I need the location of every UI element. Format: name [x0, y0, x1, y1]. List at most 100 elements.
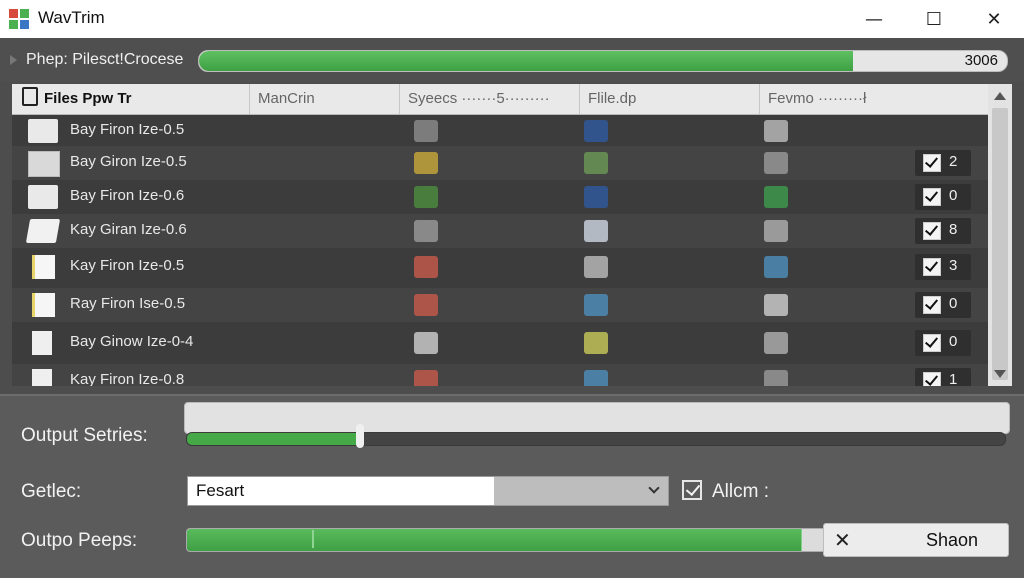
table-row[interactable]: Kay Giran Ize-0.6 8 [12, 214, 988, 248]
row-checkbox[interactable]: 0 [915, 184, 971, 210]
open-folder-icon [25, 219, 61, 243]
row-count: 0 [949, 295, 958, 312]
scroll-up-icon[interactable] [994, 92, 1006, 100]
table-header: Files Ppw Tr ManCrin Syeecs ·······5····… [12, 84, 988, 115]
format-icon [764, 120, 788, 142]
format-icon [764, 256, 788, 278]
minimize-button[interactable]: — [844, 0, 904, 38]
row-checkbox[interactable]: 8 [915, 218, 971, 244]
getlec-select-value: Fesart [188, 477, 494, 505]
checkmark-icon[interactable] [923, 334, 941, 352]
allcm-checkbox[interactable] [682, 480, 702, 500]
top-progress-fill [199, 51, 854, 71]
maximize-icon: ☐ [925, 8, 943, 30]
table-row[interactable]: Kay Firon Ize-0.8 1 [12, 364, 988, 386]
thumbnail-icon [414, 152, 438, 174]
table-row[interactable]: Bay Ginow Ize-0-4 0 [12, 326, 988, 360]
output-peeps-progress [186, 528, 828, 552]
column-header-flile[interactable]: Flile.dp [580, 84, 760, 114]
row-file-name: Bay Giron Ize-0.5 [70, 153, 187, 170]
close-button[interactable]: ✕ [964, 0, 1024, 38]
row-file-name: Bay Firon Ize-0.6 [70, 187, 185, 204]
app-window: WavTrim — ☐ ✕ Phep: Pilesct!Crocese 3006… [0, 0, 1024, 578]
row-file-name: Ray Firon Ise-0.5 [70, 295, 186, 312]
row-count: 0 [949, 187, 958, 204]
thumbnail-icon [414, 220, 438, 242]
format-icon [764, 294, 788, 316]
top-progress-bar [198, 50, 1008, 72]
checkmark-icon[interactable] [923, 372, 941, 386]
row-count: 8 [949, 221, 958, 238]
row-file-name: Kay Giran Ize-0.6 [70, 221, 187, 238]
allcm-label: Allcm : [712, 481, 769, 502]
column-header-mancrin[interactable]: ManCrin [250, 84, 400, 114]
document-icon [32, 369, 52, 386]
output-series-field[interactable] [184, 402, 1010, 434]
column-header-fevmo[interactable]: Fevmo ·········ł [760, 84, 988, 114]
scrollbar-thumb[interactable] [992, 108, 1008, 380]
file-type-icon [584, 370, 608, 386]
checkmark-icon[interactable] [923, 222, 941, 240]
window-title: WavTrim [38, 8, 105, 27]
file-type-icon [584, 294, 608, 316]
row-checkbox[interactable]: 2 [915, 150, 971, 176]
shaon-button[interactable]: ✕ Shaon [823, 523, 1009, 557]
document-icon [22, 87, 38, 106]
row-count: 2 [949, 153, 958, 170]
file-table: Files Ppw Tr ManCrin Syeecs ·······5····… [12, 84, 988, 386]
row-checkbox[interactable]: 0 [915, 330, 971, 356]
output-series-slider-thumb[interactable] [356, 424, 364, 448]
checkmark-icon[interactable] [923, 154, 941, 172]
row-count: 3 [949, 257, 958, 274]
table-row[interactable]: Bay Firon Ize-0.6 0 [12, 180, 988, 214]
top-progress-label: Phep: Pilesct!Crocese [26, 51, 184, 68]
scroll-down-icon[interactable] [994, 370, 1006, 378]
document-icon [32, 331, 52, 355]
checkmark-icon[interactable] [923, 296, 941, 314]
row-file-name: Bay Firon Ize-0.5 [70, 121, 185, 138]
getlec-select[interactable]: Fesart [187, 476, 669, 506]
row-file-name: Kay Firon Ize-0.5 [70, 257, 185, 274]
table-row[interactable]: Kay Firon Ize-0.5 3 [12, 250, 988, 284]
list-file-icon [28, 151, 60, 177]
expand-arrow-icon[interactable] [10, 55, 17, 65]
thumbnail-icon [414, 332, 438, 354]
shaon-button-label: Shaon [926, 530, 979, 550]
maximize-button[interactable]: ☐ [904, 0, 964, 38]
close-x-icon: ✕ [834, 528, 851, 552]
output-series-slider[interactable] [186, 432, 1006, 446]
thumbnail-icon [414, 294, 438, 316]
thumbnail-icon [414, 370, 438, 386]
row-checkbox[interactable]: 1 [915, 368, 971, 386]
top-progress-value: 3006 [964, 52, 998, 69]
row-checkbox[interactable]: 3 [915, 254, 971, 280]
thumbnail-icon [414, 256, 438, 278]
format-icon [764, 220, 788, 242]
checkmark-icon[interactable] [923, 258, 941, 276]
text-file-icon [32, 255, 55, 279]
minimize-icon: — [865, 8, 883, 30]
table-row[interactable]: Bay Firon Ize-0.5 [12, 114, 988, 148]
checkmark-icon[interactable] [923, 188, 941, 206]
folder-icon [28, 185, 58, 209]
app-grid-icon [9, 9, 29, 29]
table-row[interactable]: Bay Giron Ize-0.5 2 [12, 146, 988, 180]
row-file-name: Kay Firon Ize-0.8 [70, 371, 185, 386]
folder-icon [28, 119, 58, 143]
file-type-icon [584, 120, 608, 142]
column-header-syeecs[interactable]: Syeecs ·······5········· [400, 84, 580, 114]
format-icon [764, 186, 788, 208]
thumbnail-icon [414, 120, 438, 142]
row-file-name: Bay Ginow Ize-0-4 [70, 333, 194, 350]
file-type-icon [584, 152, 608, 174]
column-header-files[interactable]: Files Ppw Tr [12, 84, 250, 114]
thumbnail-icon [414, 186, 438, 208]
table-scrollbar[interactable] [988, 84, 1012, 386]
format-icon [764, 152, 788, 174]
chevron-down-icon [648, 482, 660, 494]
format-icon [764, 332, 788, 354]
table-row[interactable]: Ray Firon Ise-0.5 0 [12, 288, 988, 322]
output-series-label: Output Setries: [21, 425, 148, 446]
row-count: 1 [949, 371, 958, 386]
row-checkbox[interactable]: 0 [915, 292, 971, 318]
